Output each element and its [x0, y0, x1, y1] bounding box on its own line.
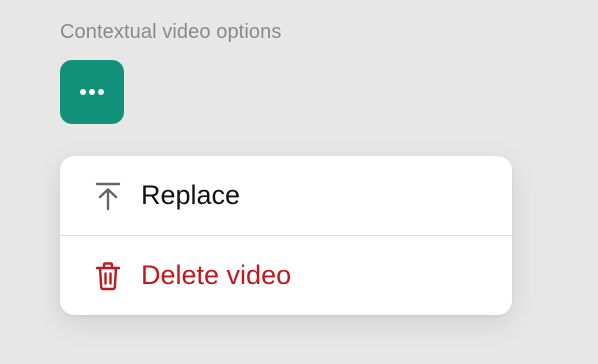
trash-icon	[95, 261, 121, 291]
upload-icon	[95, 181, 121, 211]
menu-item-label: Replace	[141, 180, 241, 210]
more-horizontal-icon	[80, 89, 104, 95]
section-label: Contextual video options	[60, 21, 282, 43]
menu-item-replace[interactable]: Replace	[60, 156, 512, 235]
context-menu: Replace Delete video	[60, 156, 512, 315]
more-options-button[interactable]	[60, 60, 124, 124]
menu-item-label: Delete video	[141, 260, 292, 290]
menu-item-delete-video[interactable]: Delete video	[60, 236, 512, 315]
